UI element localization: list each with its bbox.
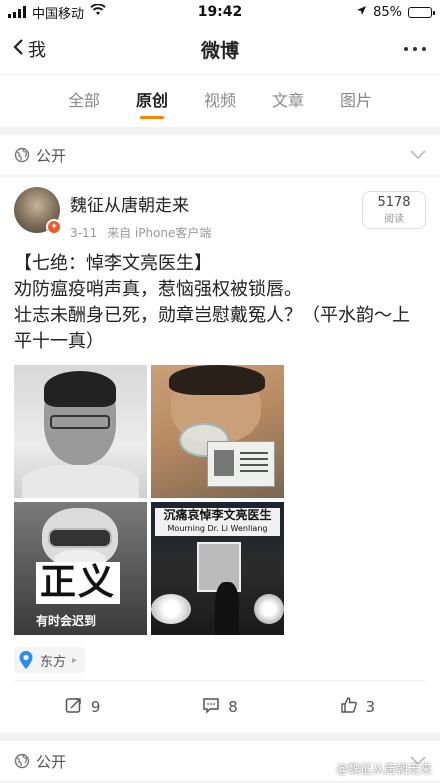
photo-memorial[interactable]: 沉痛哀悼李文亮医生 Mourning Dr. Li Wenliang	[151, 502, 284, 635]
chevron-right-icon: ▸	[72, 654, 78, 666]
like-button[interactable]: 3	[289, 696, 426, 718]
repost-button[interactable]: 9	[14, 696, 151, 718]
banner-line-1: 沉痛哀悼李文亮医生	[163, 508, 272, 522]
banner-line-2: Mourning Dr. Li Wenliang	[167, 524, 268, 533]
repost-icon	[65, 696, 83, 718]
like-count: 3	[365, 698, 376, 716]
visibility-bar[interactable]: 公开	[0, 135, 440, 175]
location-arrow-icon	[356, 5, 367, 20]
repost-count: 9	[90, 698, 101, 716]
photo-hospital-selfie[interactable]	[151, 365, 284, 498]
poster-big-text: 正义	[36, 562, 121, 604]
globe-icon	[14, 753, 30, 769]
tab-all[interactable]: 全部	[50, 75, 118, 127]
signal-icon	[8, 6, 26, 18]
poster-small-text: 有时会迟到	[36, 614, 97, 628]
photo-justice-poster[interactable]: 正义 有时会迟到	[14, 502, 147, 635]
more-options-icon[interactable]	[404, 47, 440, 51]
comment-icon	[202, 696, 220, 718]
back-label: 我	[28, 40, 46, 61]
photo-portrait[interactable]	[14, 365, 147, 498]
chevron-left-icon	[12, 38, 24, 61]
back-button[interactable]: 我	[0, 36, 102, 62]
globe-icon	[14, 147, 30, 163]
tab-images[interactable]: 图片	[322, 75, 390, 127]
visibility-label: 公开	[36, 146, 67, 165]
read-label: 阅读	[384, 214, 404, 225]
avatar[interactable]: ✦	[14, 187, 62, 235]
verified-badge-icon: ✦	[46, 219, 62, 235]
watermark: @魏征从唐朝走来	[335, 762, 432, 776]
comment-count: 8	[228, 698, 238, 716]
visibility-label: 公开	[36, 752, 67, 771]
photo-grid: 正义 有时会迟到 沉痛哀悼李文亮医生 Mourning Dr. Li Wenli…	[14, 365, 426, 635]
location-label: 东方	[40, 654, 67, 670]
clock: 19:42	[197, 4, 243, 20]
source-prefix: 来自	[107, 226, 132, 240]
thumbs-up-icon	[340, 696, 358, 718]
post-text-line: 壮志未酬身已死，勋章岂慰戴冤人？（平水韵～上平十一真）	[14, 305, 410, 352]
post-source: iPhone客户端	[134, 226, 212, 240]
wifi-icon	[90, 3, 106, 20]
read-count-badge: 5178 阅读	[362, 191, 426, 229]
filter-tabs: 全部 原创 视频 文章 图片	[0, 74, 440, 127]
divider	[0, 127, 440, 135]
status-bar: 中国移动 19:42 85%	[0, 0, 440, 24]
comment-button[interactable]: 8	[151, 696, 288, 718]
battery-icon	[408, 6, 435, 18]
weibo-post: ✦ 魏征从唐朝走来 3-11 来自 iPhone客户端 5178 阅读 【七绝：…	[0, 177, 440, 733]
post-text-line: 【七绝：悼李文亮医生】	[14, 253, 212, 274]
battery-percent: 85%	[373, 4, 402, 20]
tab-video[interactable]: 视频	[186, 75, 254, 127]
chevron-down-icon[interactable]	[410, 146, 426, 164]
location-tag[interactable]: 东方 ▸	[14, 647, 86, 673]
username[interactable]: 魏征从唐朝走来	[70, 191, 362, 216]
divider	[0, 733, 440, 741]
post-text-line: 劝防瘟疫哨声真，惹恼强权被锁唇。	[14, 279, 302, 300]
action-bar: 9 8 3	[14, 680, 426, 733]
tab-articles[interactable]: 文章	[254, 75, 322, 127]
post-date: 3-11	[70, 226, 98, 240]
carrier-label: 中国移动	[32, 6, 85, 22]
tab-original[interactable]: 原创	[118, 75, 186, 127]
post-text: 【七绝：悼李文亮医生】 劝防瘟疫哨声真，惹恼强权被锁唇。 壮志未酬身已死，勋章岂…	[14, 251, 426, 355]
location-pin-icon	[18, 650, 34, 670]
nav-bar: 我 微博	[0, 24, 440, 74]
post-meta: 3-11 来自 iPhone客户端	[70, 224, 362, 241]
memorial-banner: 沉痛哀悼李文亮医生 Mourning Dr. Li Wenliang	[155, 508, 280, 536]
read-count: 5178	[377, 195, 411, 210]
